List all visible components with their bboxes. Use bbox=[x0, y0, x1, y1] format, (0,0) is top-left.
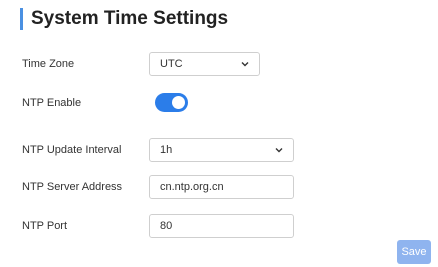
ntp-enable-row: NTP Enable bbox=[22, 93, 188, 112]
title-accent-bar bbox=[20, 8, 23, 30]
ntp-server-address-input[interactable]: cn.ntp.org.cn bbox=[149, 175, 294, 199]
ntp-port-input[interactable]: 80 bbox=[149, 214, 294, 238]
time-zone-select[interactable]: UTC bbox=[149, 52, 260, 76]
ntp-port-row: NTP Port 80 bbox=[22, 214, 294, 238]
ntp-enable-toggle[interactable] bbox=[155, 93, 188, 112]
page-header: System Time Settings bbox=[20, 8, 228, 30]
ntp-update-interval-row: NTP Update Interval 1h bbox=[22, 138, 294, 162]
page-title: System Time Settings bbox=[31, 8, 229, 29]
time-zone-row: Time Zone UTC bbox=[22, 52, 260, 76]
ntp-update-interval-value: 1h bbox=[160, 144, 173, 156]
toggle-knob bbox=[172, 96, 185, 109]
save-button[interactable]: Save bbox=[397, 240, 431, 264]
ntp-update-interval-label: NTP Update Interval bbox=[22, 144, 122, 156]
ntp-enable-label: NTP Enable bbox=[22, 96, 82, 109]
ntp-server-address-label: NTP Server Address bbox=[22, 181, 123, 193]
chevron-down-icon bbox=[241, 62, 249, 67]
ntp-update-interval-select[interactable]: 1h bbox=[149, 138, 294, 162]
time-zone-label: Time Zone bbox=[22, 58, 75, 70]
ntp-server-address-row: NTP Server Address cn.ntp.org.cn bbox=[22, 175, 294, 199]
ntp-port-label: NTP Port bbox=[22, 220, 68, 232]
time-zone-value: UTC bbox=[160, 58, 183, 70]
chevron-down-icon bbox=[275, 148, 283, 153]
